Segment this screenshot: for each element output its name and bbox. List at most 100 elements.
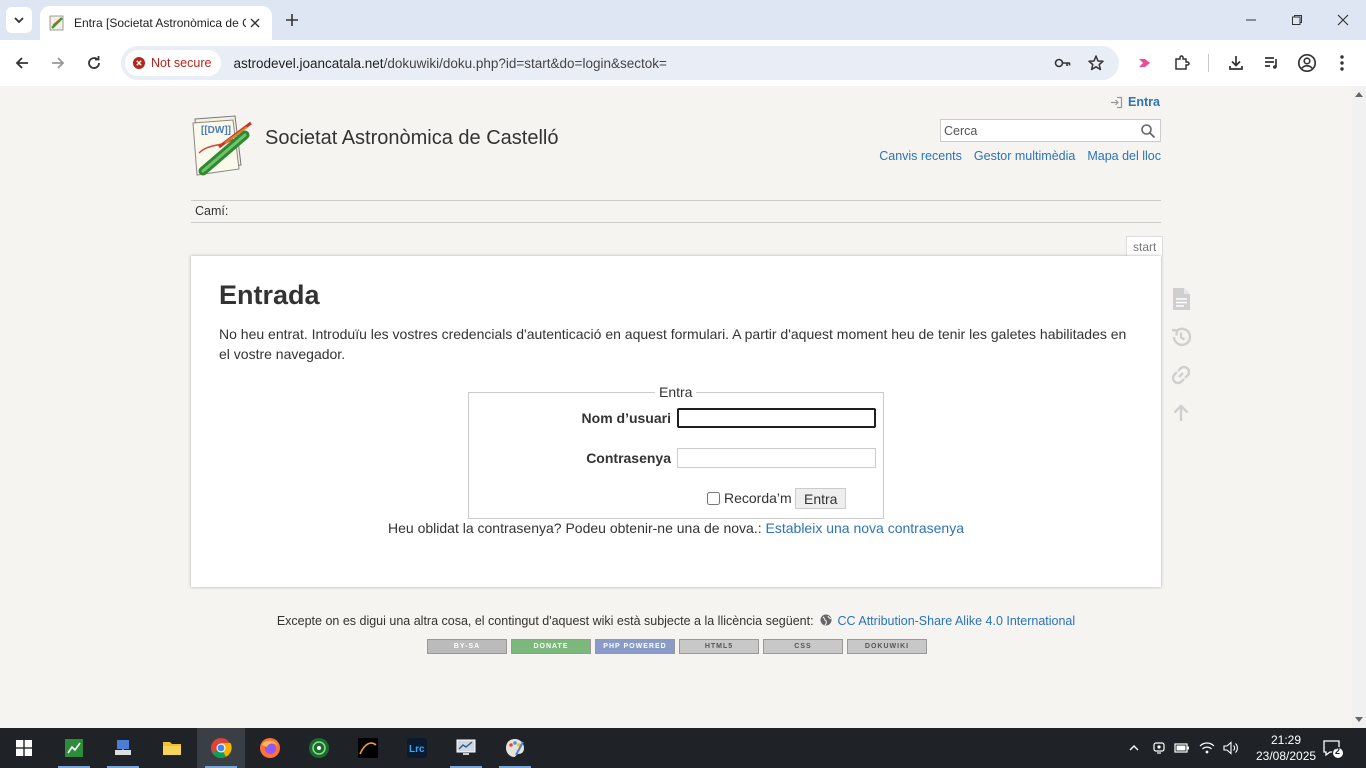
taskbar-app-chrome[interactable]	[197, 728, 245, 768]
license-link[interactable]: CC Attribution-Share Alike 4.0 Internati…	[838, 614, 1076, 628]
playlist-icon	[1265, 57, 1277, 69]
monitor-app-icon	[456, 739, 476, 755]
browser-tab-strip: Entra [Societat Astronòmica de Castelló]	[0, 0, 1366, 40]
password-reset-prompt: Heu oblidat la contrasenya? Podeu obteni…	[388, 520, 762, 536]
downloads-button[interactable]	[1224, 51, 1248, 75]
login-submit-button[interactable]: Entra	[795, 488, 847, 509]
back-button[interactable]	[8, 49, 36, 77]
tray-battery[interactable]	[1172, 728, 1192, 768]
badge-php[interactable]: PHP POWERED	[595, 639, 675, 654]
license-text: Excepte on es digui una altra cosa, el c…	[276, 614, 814, 628]
back-to-top-button[interactable]	[1168, 400, 1194, 426]
media-router-button[interactable]	[1133, 51, 1157, 75]
tab-search-button[interactable]	[6, 7, 32, 33]
password-reset-link[interactable]: Estableix una nova contrasenya	[766, 520, 964, 536]
scroll-down-arrow[interactable]	[1355, 717, 1363, 722]
tray-meet-now[interactable]	[1149, 728, 1169, 768]
forward-button[interactable]	[44, 49, 72, 77]
url-text[interactable]: astrodevel.joancatala.net/dokuwiki/doku.…	[233, 56, 666, 71]
url-host: astrodevel.joancatala.net	[233, 55, 384, 71]
clock-date: 23/08/2025	[1256, 749, 1317, 763]
link-icon	[1171, 365, 1191, 385]
taskbar-app-lightroom[interactable]: Lrc	[393, 728, 441, 768]
taskbar-app-sheets[interactable]	[50, 728, 98, 768]
old-revisions-button[interactable]	[1168, 324, 1194, 350]
password-key-button[interactable]	[1053, 53, 1073, 73]
browser-tab-active[interactable]: Entra [Societat Astronòmica de Castelló]	[40, 6, 272, 40]
tray-wifi[interactable]	[1196, 728, 1218, 768]
arrow-right-icon	[52, 57, 65, 69]
remember-me-label: Recorda’m	[724, 490, 792, 506]
browser-menu-button[interactable]	[1330, 51, 1354, 75]
badge-donate[interactable]: DONATE	[511, 639, 591, 654]
badge-w3c-css[interactable]: CSS	[763, 639, 843, 654]
badge-w3c-html5[interactable]: HTML5	[679, 639, 759, 654]
taskbar-app-astro[interactable]	[295, 728, 343, 768]
login-link[interactable]: Entra	[1110, 95, 1160, 109]
profile-button[interactable]	[1295, 51, 1319, 75]
start-button[interactable]	[0, 728, 48, 768]
security-chip[interactable]: Not secure	[125, 50, 222, 76]
remember-me[interactable]: Recorda’m	[707, 490, 792, 506]
media-manager-link[interactable]: Gestor multimèdia	[974, 149, 1075, 163]
close-icon	[250, 18, 260, 28]
webcam-icon	[1153, 742, 1165, 754]
badge-css-label: CSS	[794, 643, 812, 650]
windows-taskbar: Lrc 21:29 23/08/2025 2	[0, 728, 1366, 768]
badge-cc-by-sa[interactable]: BY-SA	[427, 639, 507, 654]
clock-time: 21:29	[1270, 733, 1302, 747]
media-controls-button[interactable]	[1260, 51, 1284, 75]
cast-arrow-icon	[1139, 59, 1150, 67]
password-input[interactable]	[677, 448, 876, 468]
new-tab-button[interactable]	[280, 8, 304, 32]
tray-volume[interactable]	[1220, 728, 1242, 768]
globe-icon	[820, 614, 832, 626]
close-window-button[interactable]	[1320, 0, 1366, 40]
recent-changes-link[interactable]: Canvis recents	[879, 149, 962, 163]
site-title[interactable]: Societat Astronòmica de Castelló	[265, 127, 559, 150]
login-form: Entra Nom d’usuari Contrasenya Recorda’m…	[468, 384, 884, 519]
close-icon	[1337, 14, 1349, 26]
svg-text:[[DW]]: [[DW]]	[201, 125, 231, 136]
page-title: Entrada	[219, 280, 320, 310]
kebab-menu-icon	[1340, 55, 1344, 71]
plus-icon	[286, 14, 298, 26]
search-input[interactable]	[941, 120, 1136, 141]
scroll-up-arrow[interactable]	[1355, 92, 1363, 97]
puzzle-icon	[1175, 55, 1190, 70]
badge-dokuwiki-label: DOKUWIKI	[864, 643, 910, 650]
username-input[interactable]	[677, 408, 876, 428]
show-page-button[interactable]	[1168, 286, 1194, 312]
search-icon[interactable]	[1140, 123, 1156, 139]
sitemap-link[interactable]: Mapa del lloc	[1087, 149, 1161, 163]
notification-center-button[interactable]: 2	[1322, 738, 1344, 760]
password-label: Contrasenya	[586, 450, 671, 466]
restore-button[interactable]	[1274, 0, 1320, 40]
tab-close-button[interactable]	[246, 14, 264, 32]
license-notice: Excepte on es digui una altra cosa, el c…	[0, 614, 1352, 628]
lightroom-icon: Lrc	[407, 738, 427, 758]
tray-overflow-button[interactable]	[1124, 728, 1144, 768]
svg-text:Lrc: Lrc	[409, 744, 425, 755]
username-label: Nom d’usuari	[581, 410, 671, 426]
taskbar-app-explorer[interactable]	[148, 728, 196, 768]
page-scrollbar[interactable]	[1352, 86, 1366, 728]
toolbar-separator	[1208, 54, 1209, 72]
remember-me-checkbox[interactable]	[707, 491, 720, 505]
address-bar[interactable]: Not secure astrodevel.joancatala.net/dok…	[121, 46, 1119, 80]
taskbar-app-network[interactable]	[99, 728, 147, 768]
backlinks-button[interactable]	[1168, 362, 1194, 388]
taskbar-app-stellarium[interactable]	[344, 728, 392, 768]
taskbar-app-firefox[interactable]	[246, 728, 294, 768]
extensions-button[interactable]	[1170, 51, 1194, 75]
minimize-button[interactable]	[1228, 0, 1274, 40]
bookmark-button[interactable]	[1086, 53, 1106, 73]
badge-dokuwiki[interactable]: DOKUWIKI	[847, 639, 927, 654]
dokuwiki-logo[interactable]: [[DW]]	[189, 113, 257, 181]
reload-button[interactable]	[80, 49, 108, 77]
taskbar-clock[interactable]: 21:29 23/08/2025	[1256, 732, 1316, 764]
taskbar-app-monitor[interactable]	[442, 728, 490, 768]
taskbar-app-paint[interactable]	[491, 728, 539, 768]
minimize-icon	[1246, 19, 1256, 21]
login-link-label: Entra	[1128, 95, 1160, 109]
